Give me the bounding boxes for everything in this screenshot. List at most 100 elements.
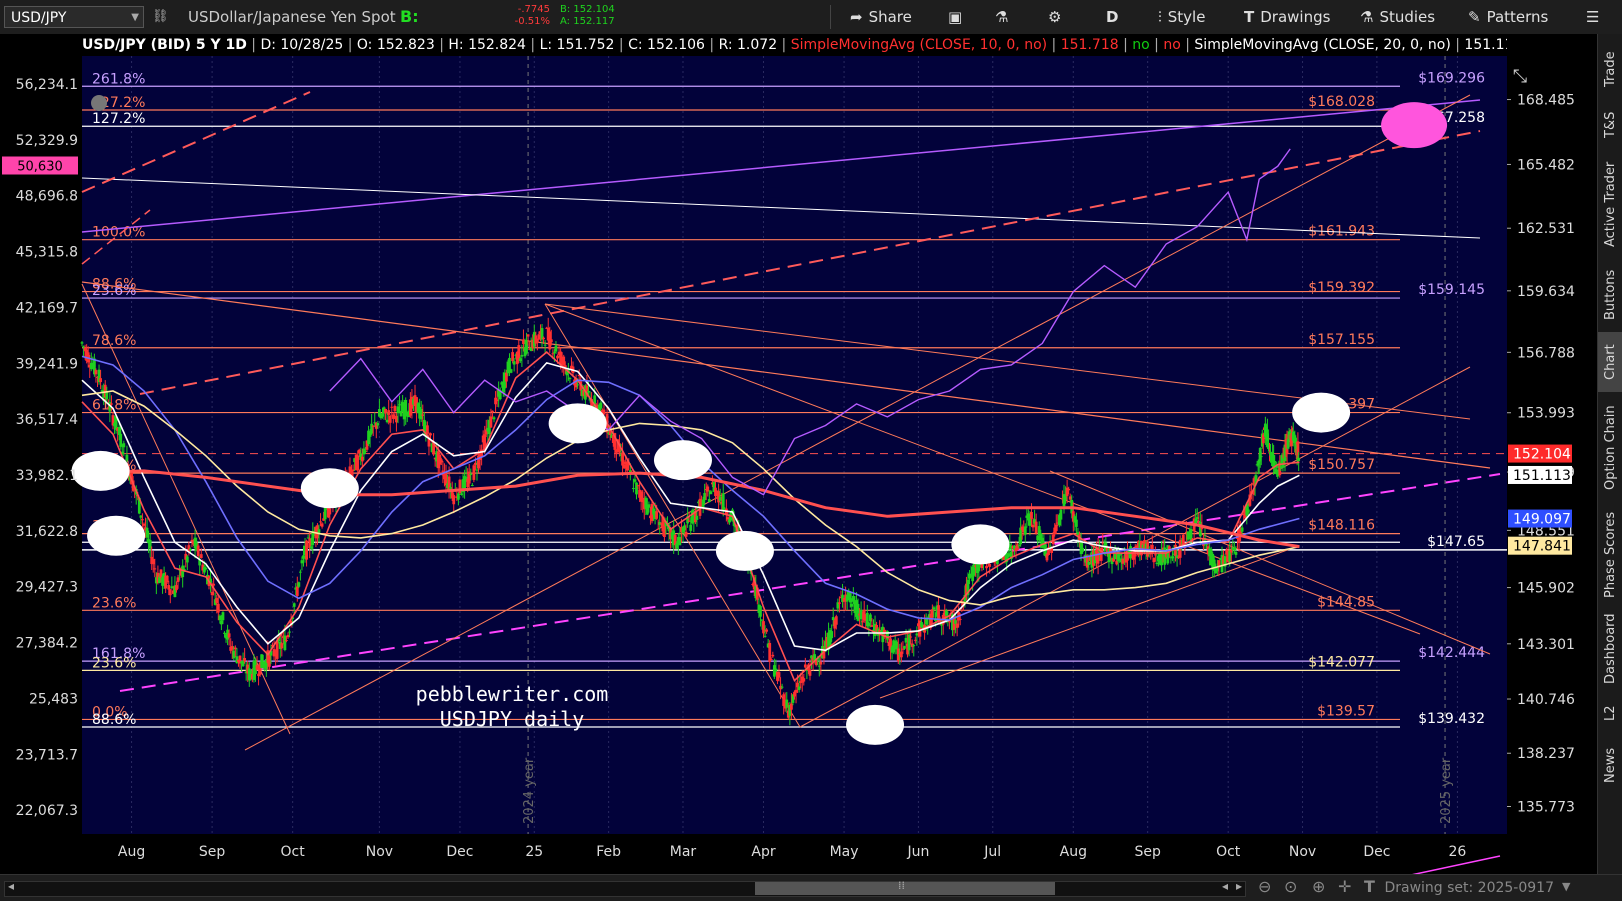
grey-info-icon[interactable]: [91, 95, 107, 111]
highlight-ellipse[interactable]: [846, 704, 905, 745]
x-tick-label: Aug: [118, 844, 145, 860]
link-icon[interactable]: ⛓: [152, 0, 169, 34]
sidebar-tab-phase-scores[interactable]: Phase Scores: [1598, 504, 1622, 606]
candle-body: [255, 665, 259, 670]
candle-body: [870, 625, 874, 627]
flask-button[interactable]: ⚗: [995, 0, 1014, 34]
candle-body: [1232, 547, 1236, 551]
highlight-ellipse[interactable]: [951, 524, 1010, 565]
candle-body: [472, 465, 476, 480]
symbol-input[interactable]: USD/JPY ▼: [4, 6, 144, 28]
menu-button[interactable]: ☰: [1586, 0, 1605, 34]
candle-body: [489, 416, 493, 428]
chevron-down-icon[interactable]: ▼: [1562, 880, 1570, 893]
style-label: Style: [1167, 8, 1206, 26]
candle-body: [452, 495, 456, 505]
bid-small: B: 152.104: [560, 4, 615, 15]
candle-body: [328, 508, 332, 515]
highlight-ellipse[interactable]: [1381, 102, 1448, 149]
snapshot-button[interactable]: ▣: [948, 0, 968, 34]
candle-body: [210, 591, 214, 596]
candle-body: [148, 539, 152, 549]
price-level-label: $139.57: [1317, 703, 1375, 719]
candle-body: [165, 575, 169, 583]
zoom-out-icon[interactable]: ⊖: [1258, 877, 1271, 896]
drawings-button[interactable]: T Drawings: [1244, 0, 1330, 34]
highlight-ellipse[interactable]: [71, 450, 130, 491]
zoom-reset-icon[interactable]: ⊙: [1284, 877, 1297, 896]
left-axis-tick: 22,067.3: [16, 803, 78, 819]
scroll-right-icon[interactable]: ▸: [1236, 879, 1242, 893]
timeframe-button[interactable]: D: [1106, 0, 1118, 34]
candle-body: [1034, 521, 1038, 534]
highlight-ellipse[interactable]: [548, 403, 607, 444]
highlight-ellipse[interactable]: [87, 515, 146, 556]
price-level-label: $139.432: [1418, 711, 1485, 727]
candle-body: [309, 546, 313, 549]
chevron-down-icon[interactable]: ▼: [131, 7, 139, 29]
candle-body: [834, 616, 838, 625]
zoom-in-icon[interactable]: ⊕: [1312, 877, 1325, 896]
candle-body: [385, 419, 389, 423]
crosshair-icon[interactable]: ✛: [1338, 877, 1351, 896]
highlight-ellipse[interactable]: [1292, 392, 1351, 433]
candle-body: [429, 433, 432, 436]
style-button[interactable]: ⫶ Style: [1158, 0, 1205, 34]
candle-body: [763, 635, 767, 637]
price-level-label: $148.116: [1308, 518, 1375, 534]
candle-body: [119, 433, 123, 447]
candle-body: [848, 592, 852, 603]
patterns-button[interactable]: ✎ Patterns: [1468, 0, 1548, 34]
sidebar-tab-chart[interactable]: Chart: [1598, 332, 1622, 392]
candle-body: [958, 618, 962, 620]
drawing-set-label[interactable]: Drawing set: 2025-0917: [1384, 875, 1554, 901]
text-tool-icon[interactable]: T: [1364, 877, 1375, 896]
sidebar-tab-buttons[interactable]: Buttons: [1598, 260, 1622, 330]
sidebar-tab-option-chain[interactable]: Option Chain: [1598, 394, 1622, 502]
sidebar-tab-news[interactable]: News: [1598, 736, 1622, 794]
studies-button[interactable]: ⚗ Studies: [1360, 0, 1435, 34]
candle-body: [320, 523, 324, 527]
share-icon: ➦: [850, 8, 863, 26]
scrollbar-track[interactable]: [4, 881, 1246, 897]
x-tick-label: 26: [1449, 844, 1467, 860]
candle-body: [1234, 551, 1238, 555]
sidebar-tab-trade[interactable]: Trade: [1598, 38, 1622, 100]
studies-label: Studies: [1379, 8, 1436, 26]
candle-body: [122, 443, 126, 448]
sidebar-tab-l2[interactable]: L2: [1598, 692, 1622, 734]
candle-body: [153, 568, 157, 570]
candle-body: [1048, 545, 1052, 547]
scrollbar-thumb[interactable]: [755, 882, 1055, 895]
sidebar-tab-active-trader[interactable]: Active Trader: [1598, 150, 1622, 258]
candle-body: [398, 404, 401, 406]
highlight-ellipse[interactable]: [300, 468, 359, 509]
scroll-left-icon[interactable]: ◂: [8, 879, 14, 893]
candle-body: [1152, 557, 1156, 563]
candle-body: [283, 635, 287, 651]
share-button[interactable]: ➦ Share: [850, 0, 912, 34]
candle-body: [1113, 553, 1117, 560]
sidebar-tab-dashboard[interactable]: Dashboard: [1598, 608, 1622, 690]
scroll-left-icon[interactable]: ◂: [1222, 879, 1228, 893]
svg-text:⤡: ⤡: [1513, 66, 1527, 87]
highlight-ellipse[interactable]: [653, 440, 712, 481]
candle-body: [777, 672, 781, 678]
settings-button[interactable]: ⚙: [1048, 0, 1067, 34]
highlight-ellipse[interactable]: [715, 530, 774, 571]
price-chart[interactable]: 261.8%127.2%127.2%100.0%88.6%23.6%78.6%6…: [0, 34, 1597, 874]
sidebar-tab-t-s[interactable]: T&S: [1598, 102, 1622, 148]
collapse-icon[interactable]: ⤡: [1513, 66, 1527, 87]
candle-body: [202, 567, 206, 573]
candle-body: [760, 619, 764, 621]
candle-body: [838, 602, 841, 604]
watermark: pebblewriter.com USDJPY daily: [416, 682, 609, 731]
left-axis-tick: 25,483: [29, 691, 78, 707]
left-axis-highlight-text: 50,630: [17, 160, 63, 175]
right-axis-tick: 168.485: [1517, 93, 1575, 109]
candle-body: [216, 603, 220, 613]
candle-body: [803, 664, 807, 668]
candle-body: [904, 637, 908, 643]
x-tick-label: Feb: [596, 844, 621, 860]
candle-body: [300, 560, 304, 564]
